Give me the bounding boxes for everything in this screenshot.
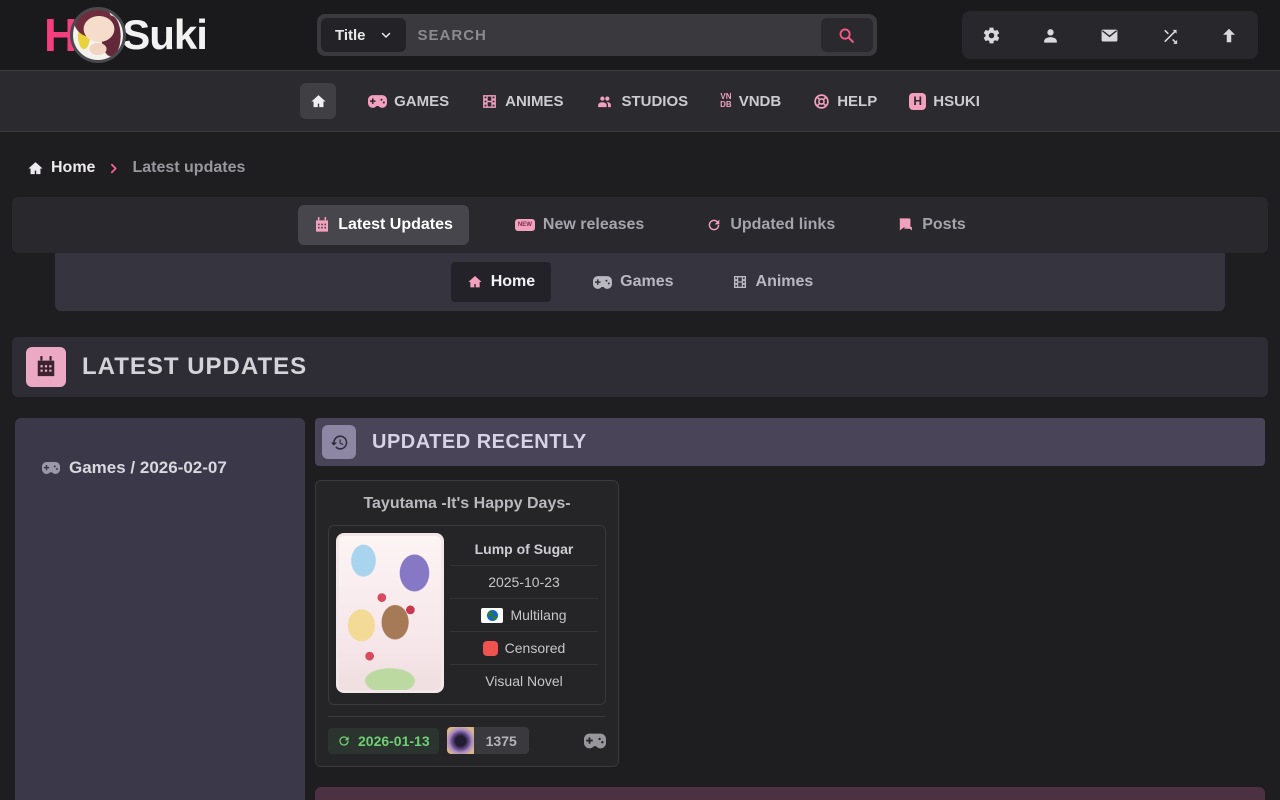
- nav-home-button[interactable]: [300, 83, 336, 119]
- tab-new-releases[interactable]: NEW New releases: [499, 205, 660, 245]
- views-count: 1375: [474, 733, 529, 749]
- game-card-footer: 2026-01-13 1375: [328, 716, 606, 754]
- user-icon[interactable]: [1041, 26, 1060, 45]
- search-category-select[interactable]: Title: [321, 18, 406, 52]
- life-ring-icon: [813, 93, 830, 110]
- nav-item-label: VNDB: [739, 93, 782, 110]
- gamepad-icon: [368, 94, 387, 109]
- nav-item-label: HSUKI: [933, 93, 980, 110]
- calendar-icon: [314, 217, 330, 233]
- logo-avatar-image: [70, 7, 126, 63]
- main-nav: GAMES ANIMES STUDIOS VN DB VNDB H: [0, 70, 1280, 132]
- search-bar: Title: [317, 14, 877, 56]
- censorship-row: Censored: [450, 632, 598, 665]
- studios-users-icon: [595, 93, 614, 110]
- tab-posts[interactable]: Posts: [881, 205, 982, 245]
- refresh-icon: [337, 734, 351, 748]
- language-row: Multilang: [450, 599, 598, 632]
- nav-item-games[interactable]: GAMES: [368, 93, 449, 110]
- section-header: LATEST UPDATES: [12, 337, 1268, 397]
- gamepad-icon[interactable]: [584, 733, 606, 749]
- home-icon: [467, 274, 483, 290]
- nav-item-studios[interactable]: STUDIOS: [595, 93, 688, 110]
- subtab-home[interactable]: Home: [451, 262, 551, 302]
- game-cover-image[interactable]: [336, 533, 444, 693]
- subtab-animes[interactable]: Animes: [716, 262, 830, 302]
- random-shuffle-icon[interactable]: [1160, 26, 1180, 45]
- sidebar-group-games-date[interactable]: Games / 2026-02-07: [42, 458, 305, 478]
- home-icon: [310, 93, 327, 110]
- breadcrumb: Home Latest updates: [0, 132, 1280, 184]
- comments-icon: [897, 217, 914, 234]
- hsuki-badge-icon: H: [909, 93, 926, 110]
- settings-gear-icon[interactable]: [982, 26, 1001, 45]
- nav-item-hsuki[interactable]: H HSUKI: [909, 93, 980, 110]
- film-icon: [481, 93, 498, 110]
- breadcrumb-current: Latest updates: [132, 159, 245, 177]
- subtab-games[interactable]: Games: [577, 262, 689, 302]
- updated-recently-header: UPDATED RECENTLY: [315, 418, 1265, 466]
- next-section-bar: [315, 787, 1265, 800]
- gamepad-icon: [593, 275, 612, 290]
- logo-suki: Suki: [122, 11, 207, 59]
- search-input[interactable]: [406, 18, 821, 52]
- game-info-column: Lump of Sugar 2025-10-23 Multilang Censo…: [450, 533, 598, 697]
- nav-item-label: ANIMES: [505, 93, 563, 110]
- chevron-right-icon: [107, 162, 120, 175]
- nav-item-label: HELP: [837, 93, 877, 110]
- breadcrumb-home-link[interactable]: Home: [27, 159, 95, 177]
- header-icon-group: [962, 11, 1258, 59]
- home-icon: [27, 160, 44, 177]
- content-area: Games / 2026-02-07 UPDATED RECENTLY Tayu…: [0, 418, 1280, 800]
- chevron-down-icon: [380, 29, 392, 41]
- history-icon: [322, 425, 356, 459]
- header: H Suki Title: [0, 0, 1280, 70]
- studio-name[interactable]: Lump of Sugar: [450, 533, 598, 566]
- game-title-link[interactable]: Tayutama -It's Happy Days-: [328, 493, 606, 525]
- sidebar: Games / 2026-02-07: [15, 418, 305, 800]
- nav-item-label: GAMES: [394, 93, 449, 110]
- tab-updated-links[interactable]: Updated links: [690, 205, 851, 245]
- site-logo[interactable]: H Suki: [44, 7, 207, 63]
- nav-item-vndb[interactable]: VN DB VNDB: [720, 93, 781, 110]
- calendar-icon: [26, 347, 66, 387]
- sidebar-group-label: Games / 2026-02-07: [69, 458, 227, 478]
- page: H Suki Title: [0, 0, 1280, 800]
- vndb-logo-icon: VN DB: [720, 93, 732, 109]
- release-date: 2025-10-23: [450, 566, 598, 599]
- search-button[interactable]: [821, 18, 873, 52]
- views-pill[interactable]: 1375: [447, 727, 529, 754]
- search-category-value: Title: [335, 27, 366, 44]
- update-date: 2026-01-13: [358, 733, 430, 749]
- uploader-avatar: [447, 727, 474, 754]
- search-icon: [838, 27, 855, 44]
- page-title: LATEST UPDATES: [82, 353, 307, 381]
- update-date-pill[interactable]: 2026-01-13: [328, 728, 439, 754]
- nav-item-help[interactable]: HELP: [813, 93, 877, 110]
- game-card-media: Lump of Sugar 2025-10-23 Multilang Censo…: [328, 525, 606, 705]
- gamepad-icon: [42, 461, 60, 475]
- messages-envelope-icon[interactable]: [1099, 26, 1120, 45]
- main-panel: UPDATED RECENTLY Tayutama -It's Happy Da…: [315, 418, 1265, 800]
- panel-title: UPDATED RECENTLY: [372, 431, 587, 454]
- subtab-bar: Home Games Animes: [55, 253, 1225, 311]
- nav-item-animes[interactable]: ANIMES: [481, 93, 563, 110]
- tab-strip: Latest Updates NEW New releases Updated …: [12, 197, 1268, 253]
- game-card: Tayutama -It's Happy Days- Lump of Sugar…: [315, 480, 619, 767]
- film-icon: [732, 274, 748, 290]
- scroll-top-arrow-icon[interactable]: [1220, 26, 1238, 45]
- multilang-flag-icon: [481, 608, 503, 623]
- language-label: Multilang: [510, 607, 566, 623]
- game-type: Visual Novel: [450, 665, 598, 697]
- new-badge-icon: NEW: [515, 219, 535, 231]
- censorship-label: Censored: [505, 640, 566, 656]
- refresh-icon: [706, 217, 722, 233]
- tab-latest-updates[interactable]: Latest Updates: [298, 205, 469, 245]
- nav-item-label: STUDIOS: [621, 93, 688, 110]
- censored-icon: [483, 641, 498, 656]
